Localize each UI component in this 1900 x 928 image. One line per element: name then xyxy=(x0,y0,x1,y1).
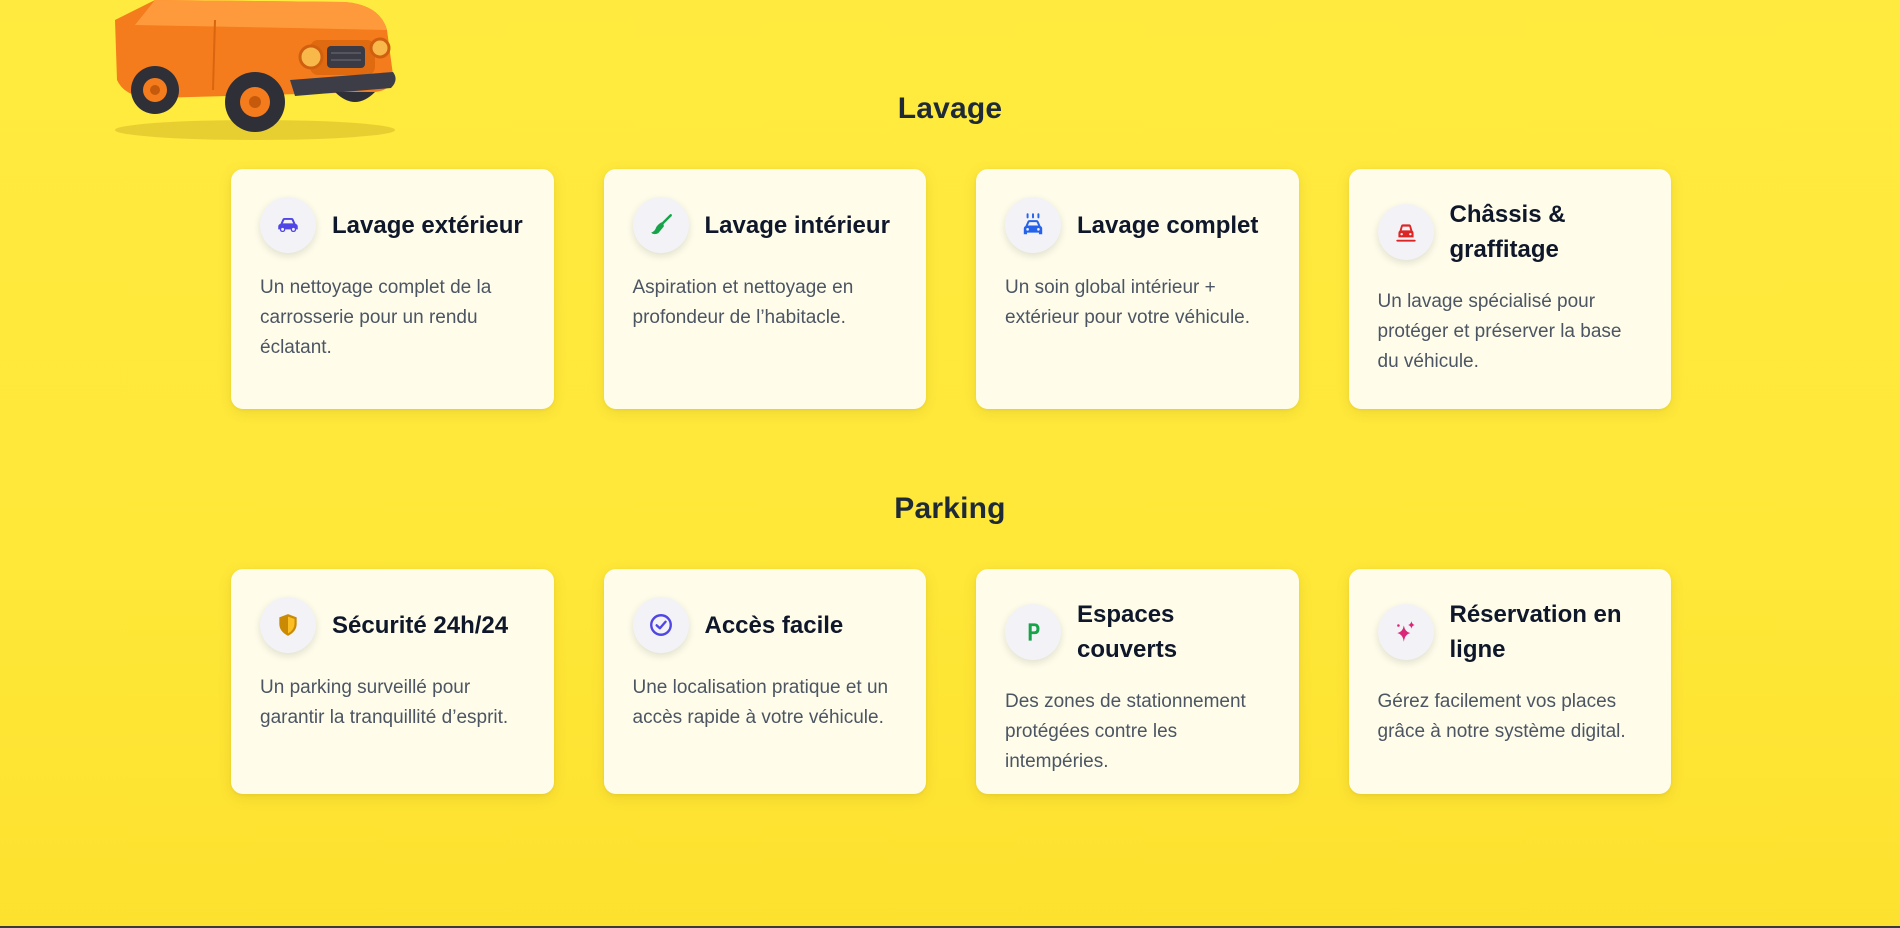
lavage-cards: Lavage extérieur Un nettoyage complet de… xyxy=(231,169,1671,409)
card-header: Lavage intérieur xyxy=(632,197,899,253)
section-title-lavage: Lavage xyxy=(897,92,1003,125)
card-header: Lavage extérieur xyxy=(260,197,526,253)
car-wash-icon xyxy=(1005,197,1061,253)
service-card-acces-facile[interactable]: Accès facile Une localisation pratique e… xyxy=(603,569,926,794)
card-title: Châssis & graffitage xyxy=(1449,201,1566,263)
car-icon xyxy=(260,197,316,253)
service-card-lavage-interieur[interactable]: Lavage intérieur Aspiration et nettoyage… xyxy=(603,169,926,409)
card-description: Des zones de stationnement protégées con… xyxy=(1005,691,1246,772)
service-card-lavage-complet[interactable]: Lavage complet Un soin global intérieur … xyxy=(976,169,1299,409)
car-lift-icon xyxy=(1377,204,1434,260)
card-header: Accès facile xyxy=(632,597,899,653)
card-title: Espaces couverts xyxy=(1077,601,1178,663)
card-description: Gérez facilement vos places grâce à notr… xyxy=(1377,691,1626,742)
broom-icon xyxy=(632,197,689,253)
service-card-espaces-couverts[interactable]: Espaces couverts Des zones de stationnem… xyxy=(976,569,1299,794)
card-header: Lavage complet xyxy=(1005,197,1271,253)
card-description: Un lavage spécialisé pour protéger et pr… xyxy=(1377,291,1622,372)
card-title: Accès facile xyxy=(704,611,844,639)
card-title: Lavage intérieur xyxy=(704,211,890,239)
parking-icon xyxy=(1005,604,1061,660)
card-title: Lavage extérieur xyxy=(332,211,523,239)
card-description: Une localisation pratique et un accès ra… xyxy=(632,677,889,728)
service-card-chassis[interactable]: Châssis & graffitage Un lavage spécialis… xyxy=(1348,169,1671,409)
shield-icon xyxy=(260,597,316,653)
card-title: Lavage complet xyxy=(1077,211,1259,239)
card-description: Aspiration et nettoyage en profondeur de… xyxy=(632,277,854,328)
service-card-reservation[interactable]: Réservation en ligne Gérez facilement vo… xyxy=(1348,569,1671,794)
section-title-parking: Parking xyxy=(894,492,1006,525)
service-card-lavage-exterieur[interactable]: Lavage extérieur Un nettoyage complet de… xyxy=(231,169,554,409)
card-description: Un parking surveillé pour garantir la tr… xyxy=(260,677,509,728)
card-description: Un soin global intérieur + extérieur pou… xyxy=(1005,277,1251,328)
check-circle-icon xyxy=(632,597,689,653)
card-header: Réservation en ligne xyxy=(1377,597,1644,667)
card-header: Espaces couverts xyxy=(1005,597,1271,667)
sparkles-icon xyxy=(1377,604,1434,660)
card-header: Sécurité 24h/24 xyxy=(260,597,526,653)
card-title: Réservation en ligne xyxy=(1449,601,1622,663)
parking-cards: Sécurité 24h/24 Un parking surveillé pou… xyxy=(231,569,1671,794)
card-title: Sécurité 24h/24 xyxy=(332,611,509,639)
service-card-securite[interactable]: Sécurité 24h/24 Un parking surveillé pou… xyxy=(231,569,554,794)
card-header: Châssis & graffitage xyxy=(1377,197,1644,267)
card-description: Un nettoyage complet de la carrosserie p… xyxy=(260,277,492,358)
